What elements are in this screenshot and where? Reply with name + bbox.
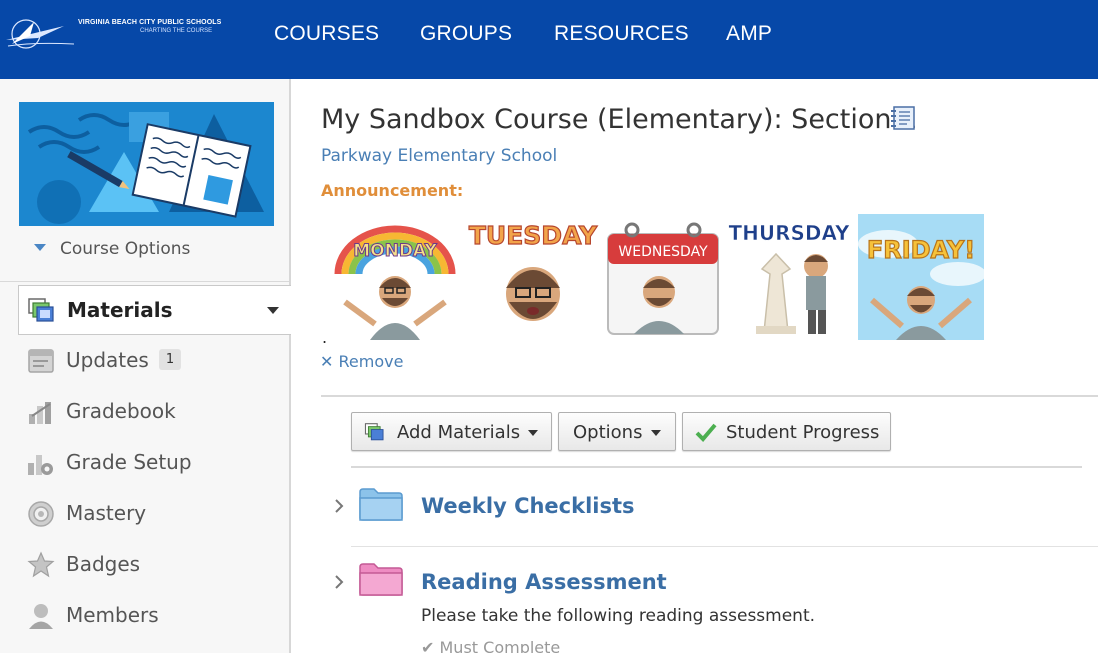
- toolbar-divider: [351, 466, 1082, 468]
- sidebar-item-members[interactable]: Members: [18, 591, 291, 641]
- notebook-icon[interactable]: [890, 105, 916, 131]
- course-options-toggle[interactable]: Course Options: [34, 239, 190, 259]
- checkmark-icon: [695, 423, 717, 442]
- sidebar-item-label: Gradebook: [66, 399, 176, 423]
- announcement-dot: .: [322, 328, 328, 347]
- requirement-label: ✔ Must Complete: [421, 638, 560, 653]
- sidebar-divider: [0, 281, 289, 282]
- bitmoji-tuesday-image: TUESDAY: [468, 220, 599, 321]
- tuesday-text: TUESDAY: [469, 221, 598, 250]
- student-progress-button[interactable]: Student Progress: [682, 412, 891, 451]
- members-icon: [29, 604, 53, 629]
- thursday-text: THURSDAY: [728, 221, 850, 245]
- add-materials-button[interactable]: Add Materials: [351, 412, 552, 451]
- top-navigation-bar: VIRGINIA BEACH CITY PUBLIC SCHOOLS CHART…: [0, 0, 1098, 79]
- updates-count-badge: 1: [158, 349, 182, 370]
- folder-weekly-checklists-link[interactable]: Weekly Checklists: [421, 494, 635, 518]
- requirement-text: Must Complete: [439, 638, 561, 653]
- logo-title: VIRGINIA BEACH CITY PUBLIC SCHOOLS: [78, 19, 222, 26]
- bitmoji-wednesday-image: WEDNESDAY: [607, 222, 719, 335]
- folder-description: Please take the following reading assess…: [421, 606, 816, 626]
- check-icon: ✔: [421, 638, 440, 653]
- row-divider: [351, 546, 1098, 547]
- wednesday-text: WEDNESDAY: [618, 244, 708, 260]
- bitmoji-monday-image: MONDAY: [334, 225, 456, 340]
- nav-courses[interactable]: COURSES: [274, 22, 379, 46]
- expand-chevron-icon[interactable]: [333, 574, 345, 590]
- gradebook-icon: [29, 402, 51, 424]
- add-materials-label: Add Materials: [397, 422, 521, 443]
- logo-tagline: CHARTING THE COURSE: [140, 28, 213, 34]
- options-button[interactable]: Options: [558, 412, 676, 451]
- school-link[interactable]: Parkway Elementary School: [321, 146, 557, 166]
- sidebar-item-label: Badges: [66, 552, 141, 576]
- sidebar-item-label: Materials: [67, 298, 173, 322]
- nav-amp[interactable]: AMP: [726, 22, 772, 46]
- sidebar-item-badges[interactable]: Badges: [18, 540, 291, 590]
- mastery-icon: [28, 501, 54, 527]
- close-icon: ✕: [320, 352, 339, 371]
- grade-setup-icon: [28, 455, 53, 475]
- options-label: Options: [573, 422, 643, 443]
- nav-resources[interactable]: RESOURCES: [554, 22, 689, 46]
- remove-announcement-link[interactable]: ✕ Remove: [320, 352, 403, 371]
- badges-icon: [27, 551, 55, 578]
- caret-down-icon: [34, 243, 46, 251]
- sidebar-item-updates[interactable]: Updates 1: [18, 336, 291, 386]
- section-divider: [321, 395, 1098, 397]
- page-title: My Sandbox Course (Elementary): Section …: [321, 104, 918, 135]
- monday-text: MONDAY: [353, 241, 437, 261]
- sidebar-item-label: Updates: [66, 348, 149, 372]
- friday-text: FRIDAY!: [867, 236, 975, 264]
- nav-groups[interactable]: GROUPS: [420, 22, 512, 46]
- dropdown-arrow-icon: [528, 430, 538, 436]
- announcement-label: Announcement:: [321, 181, 464, 200]
- dropdown-arrow-icon[interactable]: [267, 307, 279, 314]
- sidebar-item-grade-setup[interactable]: Grade Setup: [18, 438, 291, 488]
- sidebar-item-label: Grade Setup: [66, 450, 192, 474]
- sidebar-item-mastery[interactable]: Mastery: [18, 489, 291, 539]
- materials-icon: [28, 298, 54, 322]
- blue-folder-icon: [359, 488, 403, 521]
- course-banner-image: [19, 102, 274, 226]
- course-sidebar: Course Options Materials Updates 1 Grade…: [0, 79, 291, 653]
- sidebar-item-label: Mastery: [66, 501, 147, 525]
- bitmoji-thursday-image: THURSDAY: [728, 221, 850, 334]
- sidebar-item-label: Members: [66, 603, 159, 627]
- add-materials-icon: [364, 423, 384, 441]
- pink-folder-icon: [359, 563, 403, 596]
- sidebar-item-gradebook[interactable]: Gradebook: [18, 387, 291, 437]
- expand-chevron-icon[interactable]: [333, 498, 345, 514]
- folder-reading-assessment-link[interactable]: Reading Assessment: [421, 570, 667, 594]
- student-progress-label: Student Progress: [726, 422, 880, 443]
- course-options-label: Course Options: [60, 239, 191, 259]
- bitmoji-friday-image: FRIDAY!: [858, 214, 984, 340]
- updates-icon: [28, 349, 54, 373]
- remove-label: Remove: [338, 352, 404, 371]
- dropdown-arrow-icon: [651, 430, 661, 436]
- sidebar-item-materials[interactable]: Materials: [18, 285, 291, 335]
